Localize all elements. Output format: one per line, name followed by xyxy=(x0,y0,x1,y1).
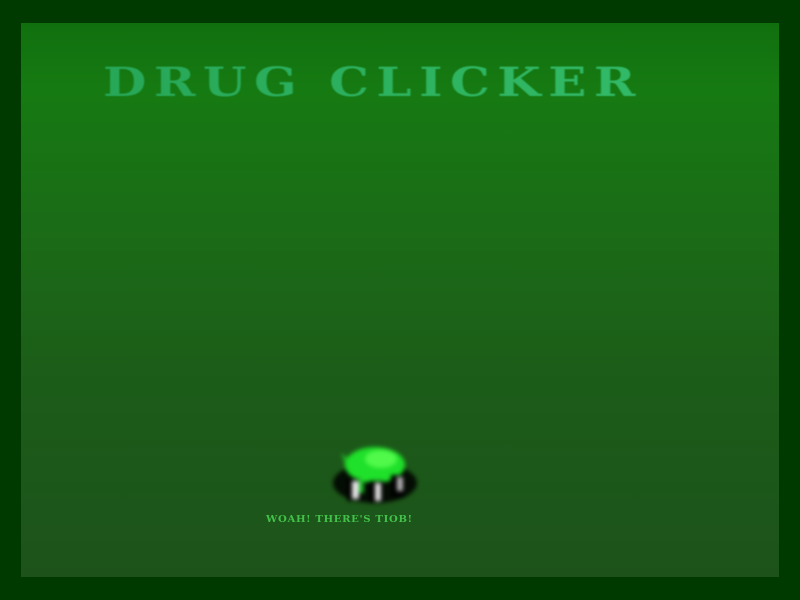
window-frame: DRUG CLICKER WOAH! THERE'S TIOB! xyxy=(0,0,800,600)
clicker-target-button[interactable] xyxy=(319,431,423,509)
status-caption: WOAH! THERE'S TIOB! xyxy=(266,515,413,525)
game-area: DRUG CLICKER WOAH! THERE'S TIOB! xyxy=(21,23,779,577)
game-title: DRUG CLICKER xyxy=(103,59,779,107)
green-pill-clicker-icon xyxy=(333,447,417,503)
